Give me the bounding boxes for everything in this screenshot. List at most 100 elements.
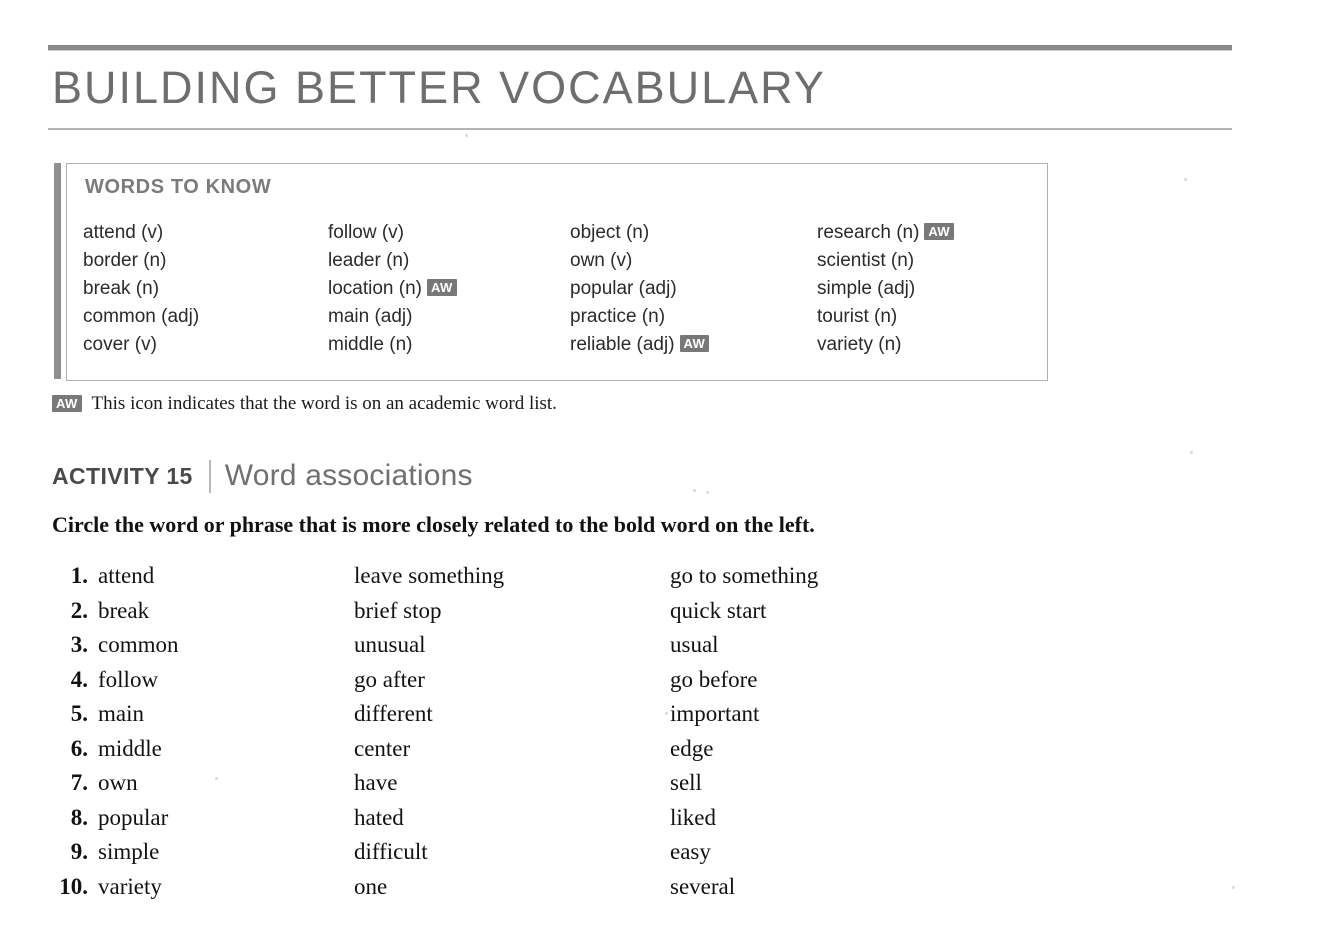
answer-option-b[interactable]: go before [670, 667, 970, 693]
word-association-row: 9. simple difficult easy [52, 839, 1152, 874]
vocabulary-word-label: popular (adj) [570, 278, 677, 299]
item-headword: popular [98, 804, 169, 830]
words-to-know-box: WORDS TO KNOW attend (v) border (n) break … [66, 163, 1048, 381]
activity-title: Word associations [224, 459, 473, 492]
words-to-know-heading: WORDS TO KNOW [85, 176, 272, 198]
vocabulary-word: variety (n) [817, 331, 1037, 359]
item-number: 2. [70, 597, 88, 623]
word-association-row: 6. middle center edge [52, 736, 1152, 771]
vocabulary-word-label: follow (v) [328, 222, 405, 243]
scan-speckle [465, 134, 468, 137]
answer-option-b[interactable]: easy [670, 839, 970, 865]
activity-number-label: ACTIVITY 15 [52, 462, 193, 489]
vocabulary-word: border (n) [83, 247, 328, 275]
vocabulary-word: reliable (adj) AW [570, 331, 817, 359]
vocabulary-word-label: middle (n) [328, 334, 413, 355]
vocabulary-word: own (v) [570, 247, 817, 275]
answer-option-b[interactable]: edge [670, 736, 970, 762]
vocabulary-word: practice (n) [570, 303, 817, 331]
answer-option-a[interactable]: center [354, 736, 670, 762]
vocabulary-word-label: practice (n) [570, 306, 666, 327]
item-number: 1. [70, 563, 88, 588]
activity-heading: ACTIVITY 15 Word associations [52, 459, 473, 493]
item-headword: main [98, 701, 144, 726]
answer-option-b[interactable]: go to something [670, 563, 970, 589]
item-headword: common [98, 632, 179, 657]
vocabulary-word: simple (adj) [817, 275, 1037, 303]
answer-option-b[interactable]: several [670, 874, 970, 900]
vocabulary-word: attend (v) [83, 219, 328, 247]
scan-speckle [1190, 451, 1193, 454]
activity-instruction: Circle the word or phrase that is more c… [52, 512, 815, 537]
vocabulary-word: follow (v) [328, 219, 570, 247]
vocabulary-word: object (n) [570, 219, 817, 247]
answer-option-a[interactable]: go after [354, 667, 670, 693]
answer-option-a[interactable]: hated [354, 805, 670, 831]
word-association-row: 1. attend leave something go to something [52, 563, 1152, 598]
page-title: BUILDING BETTER VOCABULARY [52, 62, 826, 113]
scan-speckle [1184, 178, 1187, 181]
item-number: 9. [70, 839, 88, 864]
aw-badge-icon: AW [924, 223, 954, 240]
answer-option-a[interactable]: one [354, 874, 670, 900]
item-number: 5. [70, 701, 88, 726]
word-association-row: 7. own have sell [52, 770, 1152, 805]
words-to-know-column-3: object (n) own (v) popular (adj) practice (… [570, 219, 817, 359]
word-association-row: 4. follow go after go before [52, 667, 1152, 702]
header-rule-thin [48, 128, 1232, 130]
answer-option-b[interactable]: liked [670, 805, 970, 831]
vocabulary-word-label: leader (n) [328, 250, 410, 271]
item-number: 3. [70, 632, 88, 657]
word-association-row: 10. variety one several [52, 874, 1152, 909]
answer-option-a[interactable]: different [354, 701, 670, 727]
scan-speckle [706, 491, 709, 494]
answer-option-a[interactable]: difficult [354, 839, 670, 865]
item-headword: own [98, 770, 138, 795]
vocabulary-word: cover (v) [83, 331, 328, 359]
vocabulary-word: scientist (n) [817, 247, 1037, 275]
item-headword: attend [98, 563, 155, 588]
item-headword: follow [98, 666, 159, 692]
answer-option-a[interactable]: have [354, 770, 670, 796]
item-number: 7. [70, 770, 88, 795]
vocabulary-word-label: scientist (n) [817, 250, 915, 271]
vocabulary-word-label: cover (v) [83, 334, 157, 355]
item-number: 6. [70, 735, 88, 761]
answer-option-b[interactable]: sell [670, 770, 970, 796]
vocabulary-word-label: tourist (n) [817, 306, 898, 327]
item-number: 10. [59, 873, 88, 899]
answer-option-a[interactable]: leave something [354, 563, 670, 589]
item-headword: simple [98, 839, 160, 864]
word-association-row: 5. main different important [52, 701, 1152, 736]
aw-badge-icon: AW [679, 335, 710, 352]
vocabulary-word-label: attend (v) [83, 222, 164, 243]
answer-option-a[interactable]: brief stop [354, 598, 670, 624]
words-to-know-accent-bar [54, 163, 61, 379]
aw-badge-icon: AW [52, 395, 82, 412]
vocabulary-word-label: border (n) [83, 250, 167, 271]
answer-option-a[interactable]: unusual [354, 632, 670, 658]
vocabulary-word-label: reliable (adj) [570, 334, 675, 355]
answer-option-b[interactable]: usual [670, 632, 970, 658]
vocabulary-word: location (n) AW [328, 275, 570, 303]
item-headword: break [98, 597, 150, 623]
scan-speckle [215, 777, 218, 780]
answer-option-b[interactable]: quick start [670, 598, 970, 624]
vocabulary-word-label: own (v) [570, 250, 633, 271]
scan-speckle [665, 712, 668, 715]
vocabulary-word: common (adj) [83, 303, 328, 331]
activity-heading-divider [208, 459, 211, 493]
words-to-know-column-4: research (n) AW scientist (n) simple (adj) t… [817, 219, 1037, 359]
words-to-know-columns: attend (v) border (n) break (n) common (adj… [83, 219, 1037, 359]
vocabulary-word-label: common (adj) [83, 306, 200, 327]
answer-option-b[interactable]: important [670, 701, 970, 727]
vocabulary-word: break (n) [83, 275, 328, 303]
vocabulary-word-label: location (n) [328, 278, 422, 299]
vocabulary-word: middle (n) [328, 331, 570, 359]
scan-speckle [693, 489, 696, 492]
vocabulary-word-label: research (n) [817, 222, 920, 243]
words-to-know-column-2: follow (v) leader (n) location (n) AW main (… [328, 219, 570, 359]
word-association-row: 2. break brief stop quick start [52, 598, 1152, 633]
vocabulary-word: research (n) AW [817, 219, 1037, 247]
item-number: 8. [70, 804, 88, 830]
